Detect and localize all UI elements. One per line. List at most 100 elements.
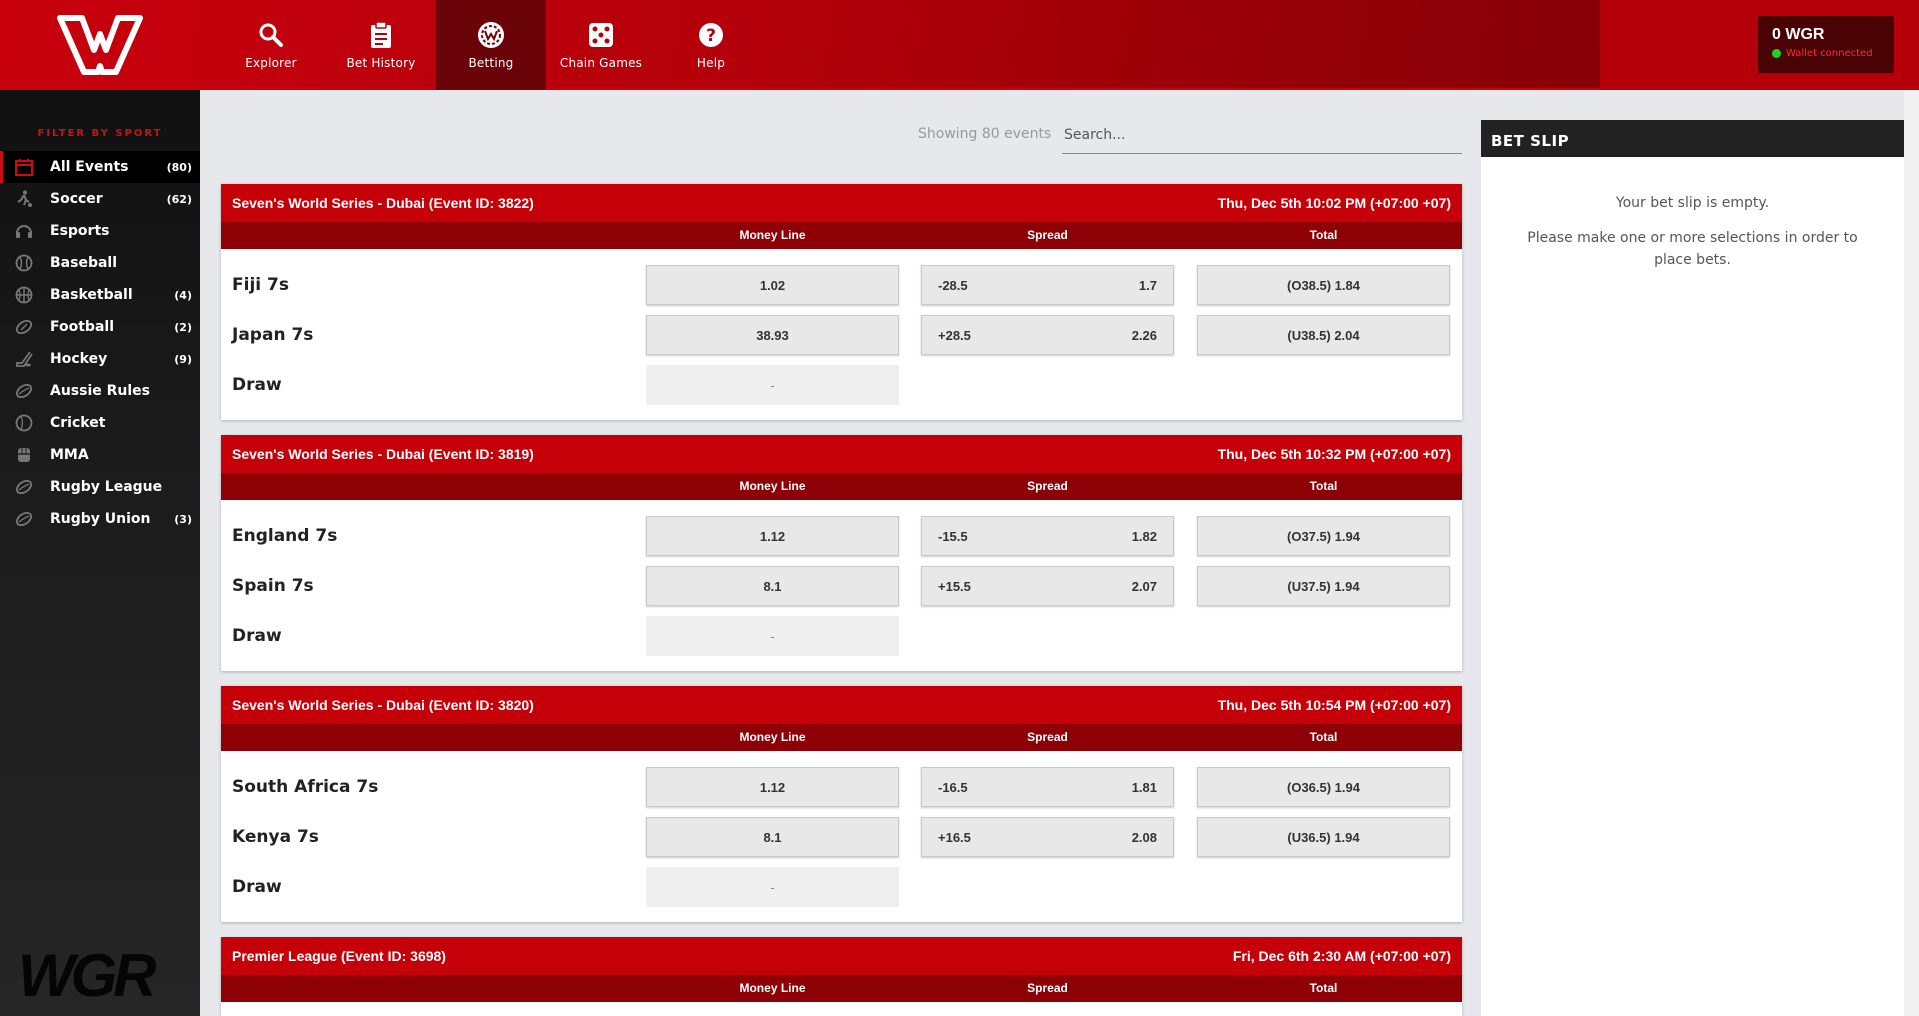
sidebar-item-baseball[interactable]: Baseball <box>0 247 200 279</box>
sidebar-item-count: (62) <box>166 192 192 206</box>
col-total: Total <box>1309 228 1338 242</box>
sidebar-item-label: Baseball <box>50 255 118 271</box>
sidebar-item-rugby-union[interactable]: Rugby Union (3) <box>0 503 200 535</box>
event-header: Seven's World Series - Dubai (Event ID: … <box>221 435 1462 473</box>
sport-filter-sidebar: FILTER BY SPORT All Events (80) Soccer (… <box>0 90 200 1016</box>
sidebar-item-aussie-rules[interactable]: Aussie Rules <box>0 375 200 407</box>
nav-label: Betting <box>468 56 514 70</box>
total-value: (O36.5) 1.94 <box>1287 779 1360 795</box>
sidebar-item-soccer[interactable]: Soccer (62) <box>0 183 200 215</box>
moneyline-odds-button[interactable]: 1.12 <box>646 516 899 556</box>
col-moneyline: Money Line <box>739 981 806 995</box>
event-title: Seven's World Series - Dubai (Event ID: … <box>232 697 534 713</box>
team-name: Japan 7s <box>232 325 314 345</box>
event-column-headers: Money Line Spread Total <box>221 473 1462 500</box>
team-name: Draw <box>232 626 282 646</box>
cricket-ball-icon <box>14 413 34 433</box>
total-odds-button[interactable]: (O38.5) 1.84 <box>1197 265 1450 305</box>
outcome-row: Fiji 7s 1.02 -28.5 1.7 (O38.5) 1.84 <box>221 265 1462 305</box>
soccer-player-icon <box>14 189 34 209</box>
nav-label: Explorer <box>245 56 297 70</box>
spread-odds-button[interactable]: +15.5 2.07 <box>921 566 1174 606</box>
event-header: Seven's World Series - Dubai (Event ID: … <box>221 184 1462 222</box>
nav-chain-games[interactable]: Chain Games <box>546 0 656 90</box>
team-name: Spain 7s <box>232 576 314 596</box>
event-header: Premier League (Event ID: 3698) Fri, Dec… <box>221 937 1462 975</box>
event-header: Seven's World Series - Dubai (Event ID: … <box>221 686 1462 724</box>
sidebar-item-hockey[interactable]: Hockey (9) <box>0 343 200 375</box>
nav-explorer[interactable]: Explorer <box>216 0 326 90</box>
spread-odds-button[interactable]: -28.5 1.7 <box>921 265 1174 305</box>
hockey-icon <box>14 349 34 369</box>
clipboard-icon <box>366 20 396 50</box>
wallet-widget[interactable]: 0 WGR Wallet connected <box>1758 16 1894 73</box>
col-moneyline: Money Line <box>739 479 806 493</box>
total-value: (U36.5) 1.94 <box>1287 829 1360 845</box>
event-time: Fri, Dec 6th 2:30 AM (+07:00 +07) <box>1232 948 1451 964</box>
spread-odds-button[interactable]: -16.5 1.81 <box>921 767 1174 807</box>
sidebar-item-label: Cricket <box>50 415 106 431</box>
filter-title: FILTER BY SPORT <box>37 128 163 139</box>
page-scrollbar[interactable] <box>1904 90 1919 1016</box>
sidebar-item-esports[interactable]: Esports <box>0 215 200 247</box>
sidebar-item-football[interactable]: Football (2) <box>0 311 200 343</box>
wagerr-logo-icon[interactable] <box>56 14 144 76</box>
spread-odds-button[interactable]: -15.5 1.82 <box>921 516 1174 556</box>
spread-odds-button[interactable]: +28.5 2.26 <box>921 315 1174 355</box>
outcome-row: England 7s 1.12 -15.5 1.82 (O37.5) 1.94 <box>221 516 1462 556</box>
sidebar-item-rugby-league[interactable]: Rugby League <box>0 471 200 503</box>
spread-line: -15.5 <box>938 528 968 544</box>
spread-odds-button[interactable]: +16.5 2.08 <box>921 817 1174 857</box>
spread-odds: 1.81 <box>1131 779 1157 795</box>
nav-bet-history[interactable]: Bet History <box>326 0 436 90</box>
col-total: Total <box>1309 479 1338 493</box>
bet-slip-title: BET SLIP <box>1481 120 1904 157</box>
moneyline-odds-button[interactable]: 8.1 <box>646 817 899 857</box>
nav-betting[interactable]: Betting <box>436 0 546 90</box>
odds-value: 8.1 <box>763 578 782 594</box>
team-name: Draw <box>232 877 282 897</box>
sidebar-item-count: (2) <box>174 320 192 334</box>
event-title: Seven's World Series - Dubai (Event ID: … <box>232 195 534 211</box>
nav-help[interactable]: ? Help <box>656 0 766 90</box>
rugby-ball-icon <box>14 509 34 529</box>
sidebar-item-basketball[interactable]: Basketball (4) <box>0 279 200 311</box>
sidebar-item-label: Aussie Rules <box>50 383 151 399</box>
odds-value: - <box>770 879 775 895</box>
total-value: (O37.5) 1.94 <box>1287 528 1360 544</box>
spread-line: +28.5 <box>938 327 971 343</box>
wallet-status-text: Wallet connected <box>1786 48 1873 59</box>
col-spread: Spread <box>1027 479 1068 493</box>
bet-slip-help-text: Please make one or more selections in or… <box>1527 230 1858 268</box>
moneyline-odds-button[interactable]: 1.12 <box>646 767 899 807</box>
total-odds-button[interactable]: (U37.5) 1.94 <box>1197 566 1450 606</box>
total-odds-button[interactable]: (O36.5) 1.94 <box>1197 767 1450 807</box>
sidebar-item-label: Rugby League <box>50 479 163 495</box>
basketball-icon <box>14 285 34 305</box>
events-toolbar: Showing 80 events <box>220 110 1462 158</box>
sidebar-item-mma[interactable]: MMA <box>0 439 200 471</box>
total-odds-button[interactable]: (U38.5) 2.04 <box>1197 315 1450 355</box>
event-column-headers: Money Line Spread Total <box>221 222 1462 249</box>
odds-value: 1.12 <box>759 779 786 795</box>
col-moneyline: Money Line <box>739 730 806 744</box>
sidebar-item-label: MMA <box>50 447 89 463</box>
spread-line: +16.5 <box>938 829 971 845</box>
moneyline-odds-button[interactable]: 38.93 <box>646 315 899 355</box>
outcome-row: South Africa 7s 1.12 -16.5 1.81 (O36.5) 1… <box>221 767 1462 807</box>
moneyline-odds-button[interactable]: 1.02 <box>646 265 899 305</box>
sidebar-item-label: Football <box>50 319 114 335</box>
search-input[interactable] <box>1062 116 1462 154</box>
wallet-status: Wallet connected <box>1772 48 1880 59</box>
sidebar-item-all-events[interactable]: All Events (80) <box>0 151 200 183</box>
outcome-row: Spain 7s 8.1 +15.5 2.07 (U37.5) 1.94 <box>221 566 1462 606</box>
nav-label: Bet History <box>346 56 416 70</box>
total-odds-button[interactable]: (U36.5) 1.94 <box>1197 817 1450 857</box>
moneyline-odds-button[interactable]: 8.1 <box>646 566 899 606</box>
sidebar-item-count: (9) <box>174 352 192 366</box>
total-odds-button[interactable]: (O37.5) 1.94 <box>1197 516 1450 556</box>
sidebar-item-label: Rugby Union <box>50 511 151 527</box>
nav-label: Chain Games <box>559 56 643 70</box>
sidebar-item-cricket[interactable]: Cricket <box>0 407 200 439</box>
bet-slip-panel: BET SLIP Your bet slip is empty. Please … <box>1481 120 1904 1016</box>
